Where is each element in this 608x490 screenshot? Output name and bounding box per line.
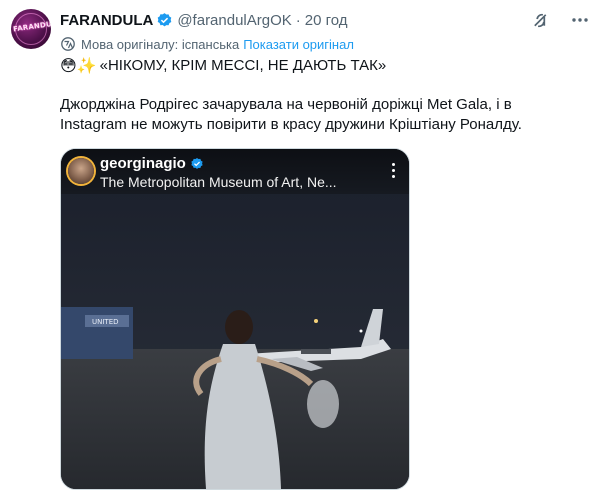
ig-more-icon — [392, 163, 395, 178]
handle[interactable]: @farandulArgOK — [177, 12, 291, 29]
more-button[interactable] — [570, 10, 590, 30]
ig-username: georginagio — [100, 155, 186, 172]
ig-verified-badge-icon — [191, 157, 203, 169]
separator-dot: · — [295, 11, 301, 29]
emoji-flushed-sparkles: 😳✨ — [60, 56, 97, 75]
media-video[interactable]: UNITED georginagio The Metropolitan Muse… — [60, 148, 410, 490]
ig-location: The Metropolitan Museum of Art, Ne... — [100, 174, 337, 190]
avatar[interactable]: FARANDULA — [11, 9, 51, 49]
grok-icon — [533, 13, 546, 27]
tweet-actions-top — [530, 10, 590, 30]
more-icon — [572, 18, 588, 22]
tweet-header: FARANDULA @farandulArgOK · 20 год — [60, 9, 348, 31]
tweet-text: 😳✨ «НІКОМУ, КРІМ МЕССІ, НЕ ДАЮТЬ ТАК» Дж… — [60, 55, 580, 135]
show-original-link[interactable]: Показати оригінал — [243, 37, 354, 52]
headline-text: «НІКОМУ, КРІМ МЕССІ, НЕ ДАЮТЬ ТАК» — [99, 57, 387, 74]
ig-avatar — [68, 158, 94, 184]
text-spacer — [60, 77, 580, 95]
plane-livery-text: UNITED — [92, 318, 119, 326]
video-frame: UNITED — [61, 149, 409, 489]
tweet-text-headline: 😳✨ «НІКОМУ, КРІМ МЕССІ, НЕ ДАЮТЬ ТАК» — [60, 55, 580, 77]
timestamp[interactable]: 20 год — [305, 12, 348, 29]
verified-badge-icon — [158, 12, 172, 26]
ig-username-row: georginagio — [100, 155, 204, 172]
body-text: Джорджіна Родрігес зачарувала на червоні… — [60, 96, 522, 133]
globe-translate-icon — [61, 37, 75, 51]
translation-note: Мова оригіналу: іспанська — [81, 36, 240, 52]
instagram-header: georginagio The Metropolitan Museum of A… — [61, 149, 409, 194]
tweet[interactable]: FARANDULA FARANDULA @farandulArgOK · 20 … — [0, 0, 608, 490]
translation-row: Мова оригіналу: іспанська Показати оригі… — [60, 36, 354, 52]
grok-button[interactable] — [530, 10, 550, 30]
display-name[interactable]: FARANDULA — [60, 12, 153, 29]
